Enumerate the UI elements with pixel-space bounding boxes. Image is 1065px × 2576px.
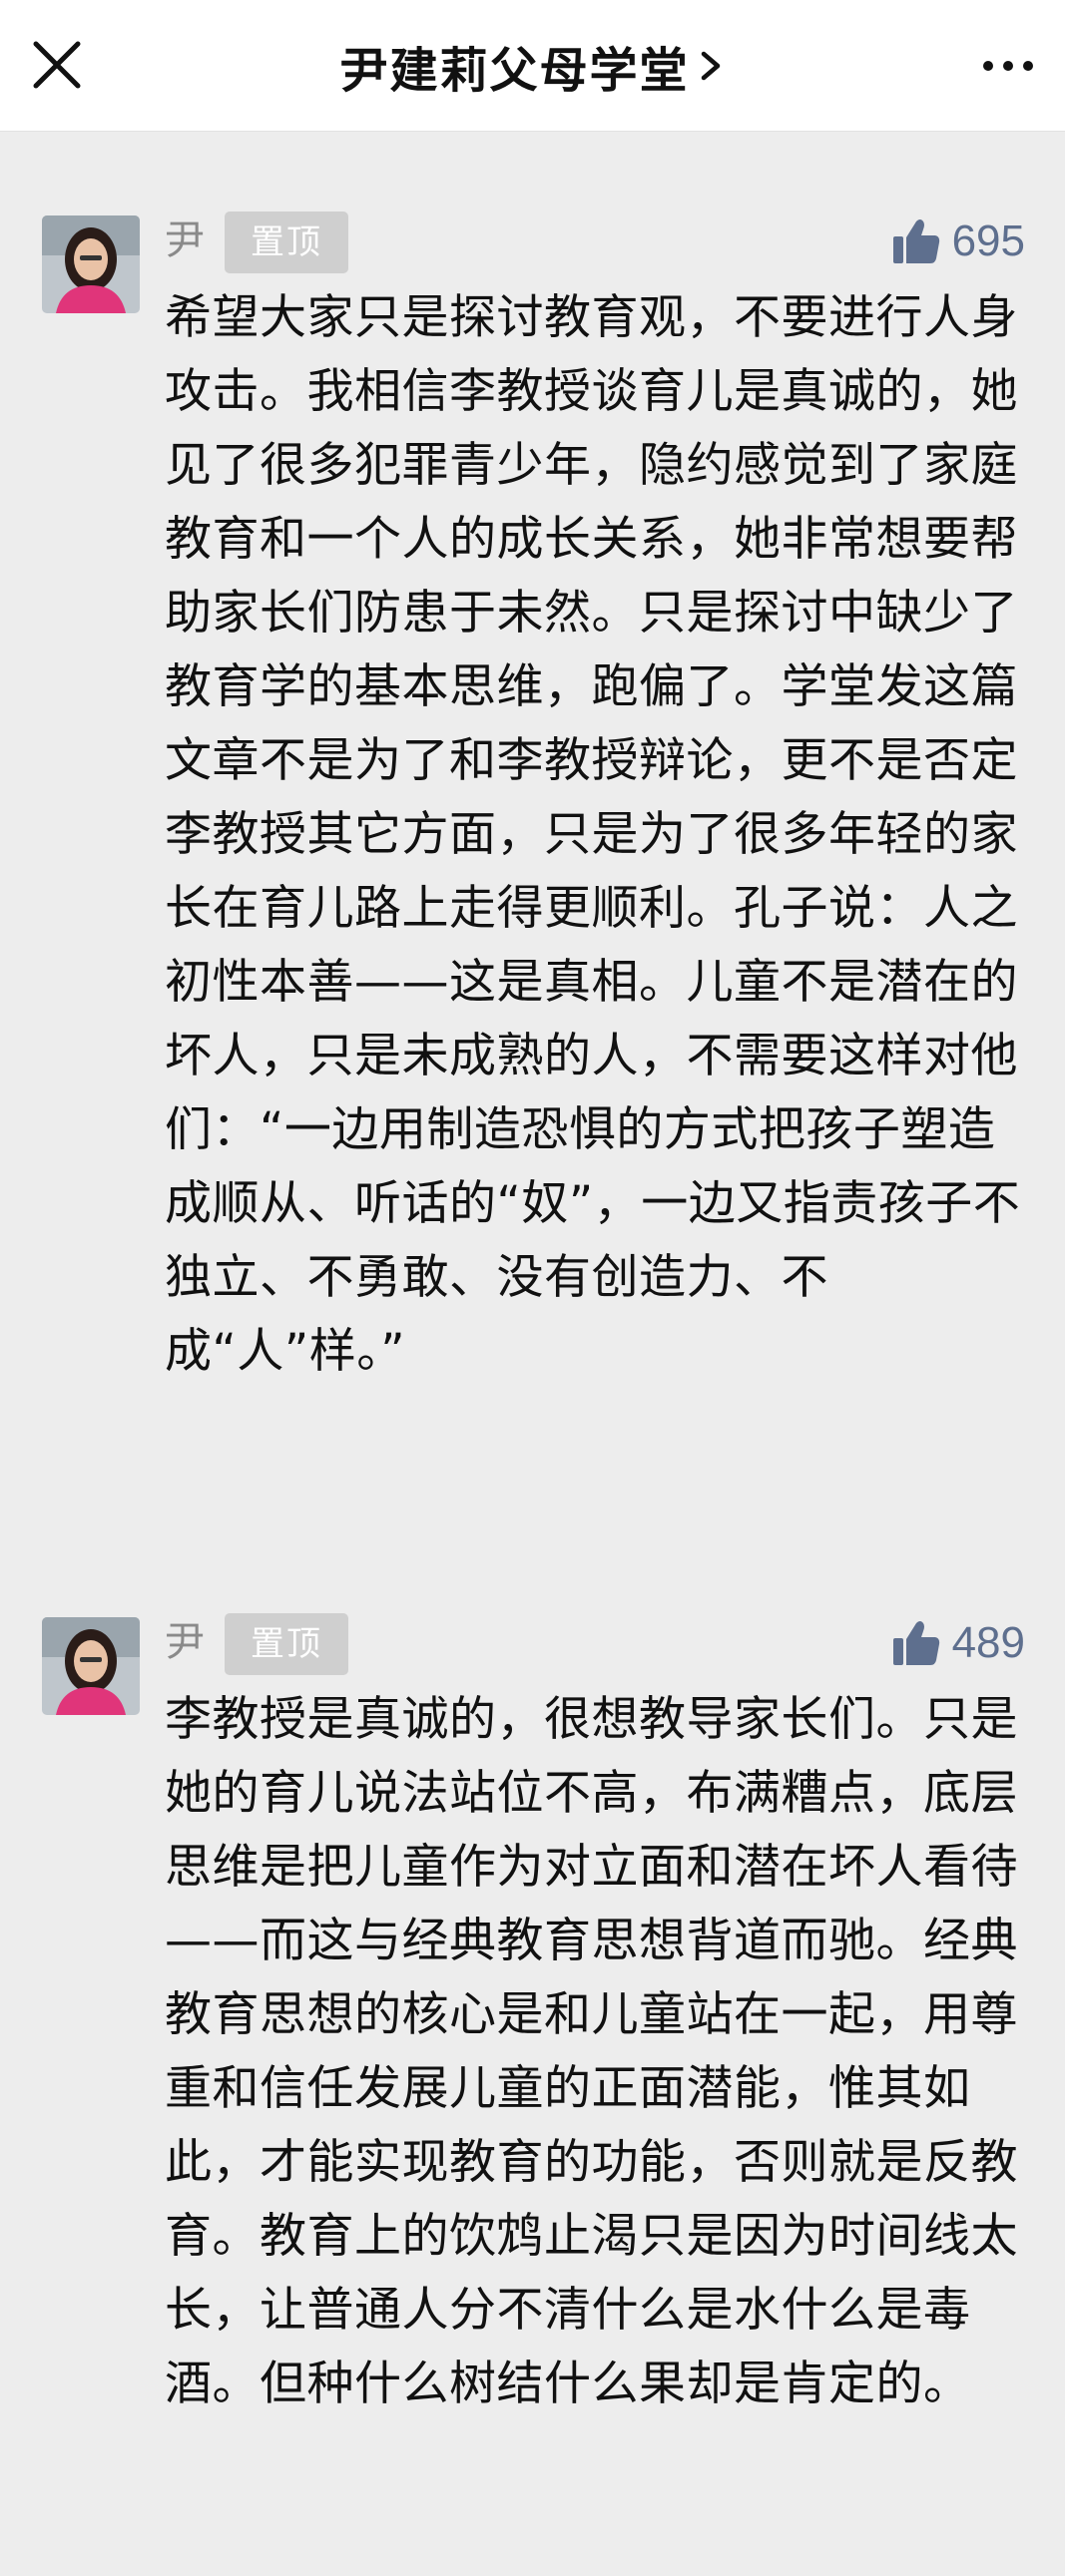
chevron-right-icon [701,51,720,81]
more-button[interactable] [973,36,1043,96]
comment-item: 尹 置顶 489 李教授是真诚的，很想教导家长们。只是她的育儿说法站位不高，布满… [0,1613,1065,2561]
top-bar: 尹建莉父母学堂 [0,0,1065,132]
like-button[interactable]: 695 [890,212,1025,271]
like-button[interactable]: 489 [890,1613,1025,1673]
thumbs-up-icon [892,1621,939,1665]
account-title-link[interactable]: 尹建莉父母学堂 [0,26,1065,106]
comment-author[interactable]: 尹 [165,1617,205,1667]
avatar[interactable] [42,1617,140,1715]
comment-text: 希望大家只是探讨教育观，不要进行人身攻击。我相信李教授谈育儿是真诚的，她见了很多… [165,290,1021,1379]
thumbs-up-icon [892,219,939,263]
page-title: 尹建莉父母学堂 [339,43,690,99]
more-icon [983,61,1033,71]
pinned-badge: 置顶 [225,1613,348,1675]
avatar-image [42,215,140,313]
avatar-image [42,1617,140,1715]
like-count: 489 [951,1618,1025,1667]
like-count: 695 [951,216,1025,265]
avatar[interactable] [42,215,140,313]
comment-author[interactable]: 尹 [165,215,205,265]
comment-item: 尹 置顶 695 希望大家只是探讨教育观，不要进行人身攻击。我相信李教授谈育儿是… [0,212,1065,1508]
comment-text: 李教授是真诚的，很想教导家长们。只是她的育儿说法站位不高，布满糟点，底层思维是把… [165,1692,1018,2411]
pinned-badge: 置顶 [225,212,348,273]
